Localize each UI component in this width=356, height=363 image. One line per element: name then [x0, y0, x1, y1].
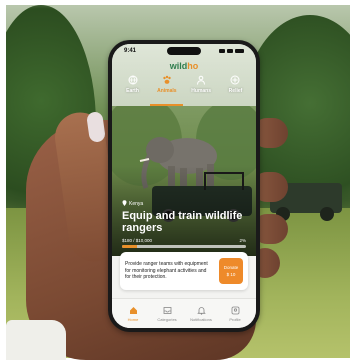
person-icon — [195, 74, 207, 86]
bottom-nav: Home Categories Notifications Profile — [112, 298, 256, 328]
campaign-description: Provide ranger teams with equipment for … — [125, 261, 208, 281]
tab-humans[interactable]: Humans — [185, 74, 218, 106]
amount-raised: $180 / $10,000 — [122, 238, 153, 243]
location-pin-icon — [122, 200, 127, 208]
progress-bar — [122, 245, 246, 248]
donate-label: Donate — [223, 265, 239, 270]
category-tabs: Earth Animals Humans Relief — [116, 74, 252, 106]
nav-home[interactable]: Home — [120, 305, 146, 322]
location-tag: Kenya — [122, 200, 143, 208]
logo-text: wild — [169, 61, 188, 71]
nav-label: Profile — [229, 317, 241, 322]
nav-label: Home — [127, 317, 139, 322]
campaign-title: Equip and train wildlife rangers — [122, 210, 243, 234]
battery-icon — [235, 49, 244, 53]
donate-button[interactable]: Donate $ 10 — [219, 258, 243, 284]
status-time: 9:41 — [124, 48, 137, 54]
app-screen: 9:41 wildho Earth Animals Humans Relief … — [112, 44, 256, 328]
phone: 9:41 wildho Earth Animals Humans Relief … — [108, 40, 260, 332]
tab-label: Humans — [191, 88, 212, 94]
tab-animals[interactable]: Animals — [150, 74, 184, 106]
tab-relief[interactable]: Relief — [219, 74, 252, 106]
globe-icon — [127, 74, 139, 86]
app-logo: wildho — [112, 61, 256, 71]
nav-notifications[interactable]: Notifications — [188, 305, 214, 322]
wifi-icon — [227, 49, 233, 53]
nav-categories[interactable]: Categories — [154, 305, 180, 322]
phone-notch — [167, 47, 201, 55]
campaign-hero[interactable]: Kenya Equip and train wildlife rangers $… — [112, 106, 256, 256]
relief-icon — [229, 74, 241, 86]
sleeve — [6, 320, 66, 360]
nav-profile[interactable]: Profile — [222, 305, 248, 322]
campaign-card: Provide ranger teams with equipment for … — [120, 252, 248, 290]
donate-amount: $ 10 — [226, 272, 236, 277]
progress-fill — [122, 245, 137, 248]
progress-percent: 2% — [239, 238, 246, 243]
bell-icon — [196, 305, 206, 315]
location-label: Kenya — [129, 201, 144, 207]
nav-label: Notifications — [190, 317, 212, 322]
tab-label: Animals — [157, 88, 177, 94]
tab-earth[interactable]: Earth — [116, 74, 149, 106]
progress-row: $180 / $10,000 2% — [122, 238, 246, 243]
tab-label: Relief — [228, 88, 243, 94]
status-icons — [219, 49, 244, 53]
logo-accent-text: ho — [187, 61, 199, 71]
profile-icon — [230, 305, 240, 315]
paw-icon — [161, 74, 173, 86]
home-icon — [128, 305, 138, 315]
inbox-icon — [162, 305, 172, 315]
tab-label: Earth — [126, 88, 139, 94]
signal-icon — [219, 49, 225, 53]
nav-label: Categories — [157, 317, 177, 322]
